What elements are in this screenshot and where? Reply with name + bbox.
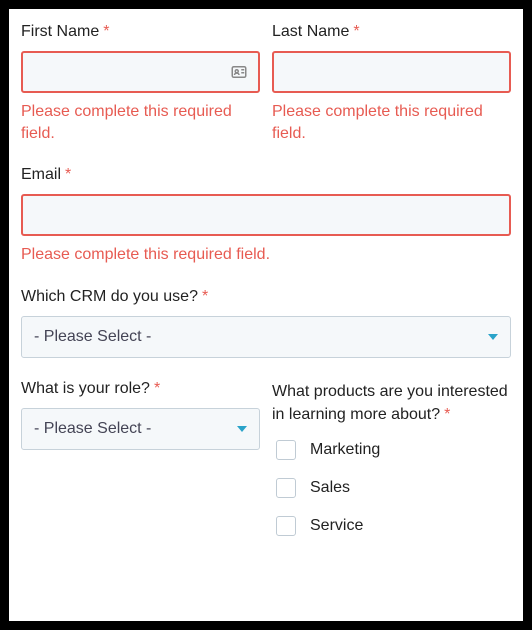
role-selected-value: - Please Select - (34, 420, 151, 438)
last-name-label-text: Last Name (272, 23, 349, 40)
contact-card-icon (230, 63, 248, 81)
first-name-input[interactable] (21, 51, 260, 93)
email-input[interactable] (21, 194, 511, 236)
last-name-input[interactable] (272, 51, 511, 93)
product-option-label: Marketing (310, 441, 380, 459)
crm-label-text: Which CRM do you use? (21, 288, 198, 305)
products-label-text: What products are you interested in lear… (272, 383, 508, 423)
required-mark: * (444, 406, 450, 423)
chevron-down-icon (488, 334, 498, 340)
last-name-group: Last Name* Please complete this required… (272, 23, 511, 144)
chevron-down-icon (237, 426, 247, 432)
product-option-sales[interactable]: Sales (276, 478, 511, 498)
product-option-service[interactable]: Service (276, 516, 511, 536)
products-label: What products are you interested in lear… (272, 380, 511, 426)
required-mark: * (154, 380, 160, 397)
role-label: What is your role?* (21, 380, 260, 398)
crm-group: Which CRM do you use?* - Please Select - (21, 288, 511, 358)
first-name-label-text: First Name (21, 23, 99, 40)
required-mark: * (202, 288, 208, 305)
email-label-text: Email (21, 166, 61, 183)
crm-select[interactable]: - Please Select - (21, 316, 511, 358)
checkbox-icon (276, 440, 296, 460)
crm-label: Which CRM do you use?* (21, 288, 511, 306)
checkbox-icon (276, 478, 296, 498)
email-label: Email* (21, 166, 511, 184)
first-name-label: First Name* (21, 23, 260, 41)
checkbox-icon (276, 516, 296, 536)
first-name-group: First Name* Please complete this require… (21, 23, 260, 144)
last-name-error: Please complete this required field. (272, 101, 511, 144)
product-option-marketing[interactable]: Marketing (276, 440, 511, 460)
role-select[interactable]: - Please Select - (21, 408, 260, 450)
required-mark: * (353, 23, 359, 40)
email-error: Please complete this required field. (21, 244, 511, 266)
crm-selected-value: - Please Select - (34, 328, 151, 346)
email-group: Email* Please complete this required fie… (21, 166, 511, 266)
role-group: What is your role?* - Please Select - (21, 380, 260, 536)
products-options: Marketing Sales Service (272, 440, 511, 536)
required-mark: * (103, 23, 109, 40)
required-mark: * (65, 166, 71, 183)
product-option-label: Service (310, 517, 363, 535)
product-option-label: Sales (310, 479, 350, 497)
role-label-text: What is your role? (21, 380, 150, 397)
products-group: What products are you interested in lear… (272, 380, 511, 536)
last-name-label: Last Name* (272, 23, 511, 41)
first-name-error: Please complete this required field. (21, 101, 260, 144)
form-container: First Name* Please complete this require… (9, 9, 523, 621)
